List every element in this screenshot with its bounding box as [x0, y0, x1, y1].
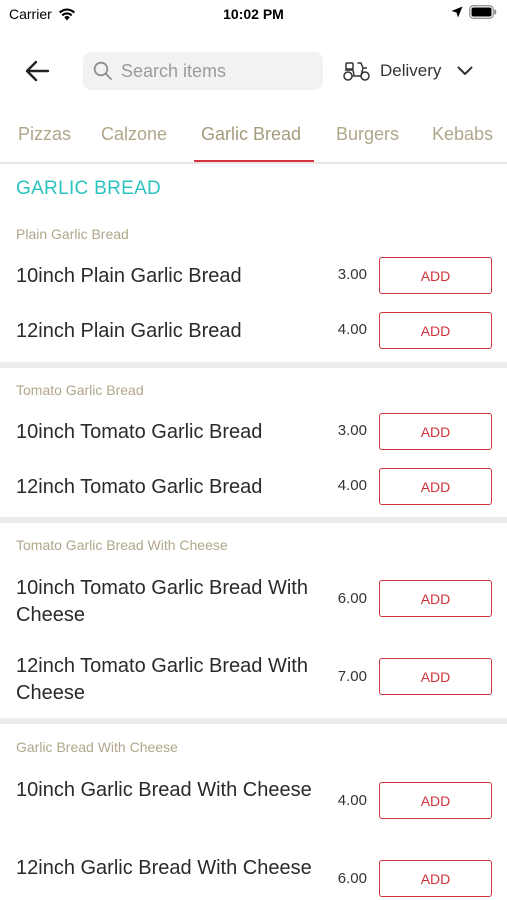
- add-button[interactable]: ADD: [379, 580, 492, 617]
- add-button[interactable]: ADD: [379, 468, 492, 505]
- add-button[interactable]: ADD: [379, 413, 492, 450]
- search-box[interactable]: [83, 52, 323, 90]
- item-price: 6.00: [337, 590, 367, 607]
- battery-icon: [469, 5, 497, 19]
- group-title: Plain Garlic Bread: [16, 226, 129, 242]
- chevron-down-icon: [457, 66, 473, 75]
- add-button[interactable]: ADD: [379, 782, 492, 819]
- item-name: 10inch Tomato Garlic Bread With Cheese: [16, 577, 308, 626]
- delivery-label: Delivery: [380, 61, 442, 80]
- item-price: 4.00: [337, 792, 367, 809]
- group-title: Tomato Garlic Bread: [16, 382, 144, 398]
- group-title: Garlic Bread With Cheese: [16, 739, 178, 755]
- item-name: 10inch Plain Garlic Bread: [16, 265, 242, 287]
- item-name: 10inch Garlic Bread With Cheese: [16, 779, 312, 801]
- delivery-selector[interactable]: Delivery: [342, 56, 473, 86]
- item-name: 12inch Tomato Garlic Bread: [16, 476, 263, 498]
- status-time: 10:02 PM: [223, 6, 284, 22]
- item-price: 6.00: [337, 870, 367, 887]
- divider: [0, 718, 507, 724]
- add-button[interactable]: ADD: [379, 860, 492, 897]
- tab-garlic-bread[interactable]: Garlic Bread: [201, 124, 301, 145]
- item-price: 3.00: [337, 422, 367, 439]
- divider: [0, 362, 507, 368]
- item-price: 7.00: [337, 668, 367, 685]
- search-icon: [93, 61, 112, 80]
- item-price: 3.00: [337, 266, 367, 283]
- item-price: 4.00: [337, 321, 367, 338]
- back-arrow-icon: [25, 60, 50, 82]
- add-button[interactable]: ADD: [379, 658, 492, 695]
- active-tab-indicator: [194, 160, 314, 162]
- header: Delivery: [0, 44, 507, 100]
- item-name: 10inch Tomato Garlic Bread: [16, 421, 263, 443]
- status-right: [451, 5, 497, 19]
- search-input[interactable]: [121, 60, 311, 82]
- tab-calzone[interactable]: Calzone: [101, 124, 167, 145]
- section-title: GARLIC BREAD: [16, 178, 162, 199]
- tab-pizzas[interactable]: Pizzas: [18, 124, 71, 145]
- group-title: Tomato Garlic Bread With Cheese: [16, 537, 228, 553]
- category-tabs: Pizzas Calzone Garlic Bread Burgers Keba…: [0, 112, 507, 164]
- item-price: 4.00: [337, 477, 367, 494]
- tab-burgers[interactable]: Burgers: [336, 124, 399, 145]
- item-name: 12inch Plain Garlic Bread: [16, 320, 242, 342]
- tab-kebabs[interactable]: Kebabs: [432, 124, 493, 145]
- location-arrow-icon: [451, 6, 463, 18]
- status-bar: Carrier 10:02 PM: [0, 0, 507, 30]
- back-button[interactable]: [20, 56, 54, 86]
- scooter-icon: [343, 62, 370, 81]
- add-button[interactable]: ADD: [379, 257, 492, 294]
- divider: [0, 517, 507, 523]
- add-button[interactable]: ADD: [379, 312, 492, 349]
- item-name: 12inch Garlic Bread With Cheese: [16, 857, 312, 879]
- item-name: 12inch Tomato Garlic Bread With Cheese: [16, 655, 308, 704]
